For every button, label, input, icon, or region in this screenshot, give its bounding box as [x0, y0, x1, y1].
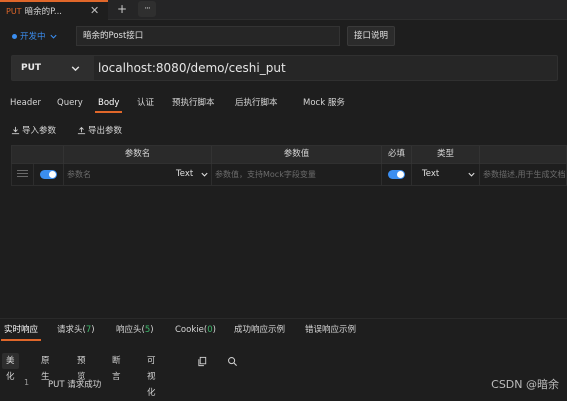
request-tab[interactable]: PUT 暗余的P... ✕ [0, 0, 108, 20]
tab-query[interactable]: Query [57, 95, 83, 113]
add-tab-button[interactable]: + [113, 1, 131, 17]
header-type: 类型 [412, 146, 480, 164]
description-input[interactable]: 参数描述,用于生成文档 [483, 164, 567, 185]
header-description [480, 146, 567, 164]
tab-pre-script[interactable]: 预执行脚本 [172, 95, 215, 113]
request-name-input[interactable]: 暗余的Post接口 [76, 26, 340, 46]
request-sub-tabs: Header Query Body 认证 预执行脚本 后执行脚本 Mock 服务 [0, 95, 567, 115]
url-input[interactable]: localhost:8080/demo/ceshi_put [98, 56, 286, 80]
environment-selector[interactable]: 开发中 [12, 27, 58, 45]
view-preview-button[interactable]: 预览 [73, 353, 90, 382]
tab-live-response[interactable]: 实时响应 [0, 323, 42, 341]
table-header: 参数名 参数值 必填 类型 [11, 145, 567, 164]
view-pretty-button[interactable]: 美化 [2, 353, 19, 382]
tab-request-headers[interactable]: 请求头(7) [57, 323, 95, 341]
export-params-button[interactable]: 导出参数 [77, 123, 122, 137]
tab-post-script[interactable]: 后执行脚本 [235, 95, 278, 113]
tab-cookie[interactable]: Cookie(0) [175, 323, 216, 341]
header-spacer [12, 146, 64, 164]
required-cell [382, 164, 412, 185]
chevron-down-icon [49, 34, 57, 39]
watermark: CSDN @暗余 [491, 378, 559, 391]
request-headers-label: 请求头 [57, 325, 83, 335]
param-value-input[interactable]: 参数值，支持Mock字段变量 [215, 164, 380, 185]
more-tabs-button[interactable]: ··· [138, 1, 156, 17]
drag-handle-icon [17, 170, 28, 178]
header-required: 必填 [382, 146, 412, 164]
request-headers-count: 7 [85, 325, 92, 335]
header-param-name: 参数名 [64, 146, 212, 164]
response-text: PUT 请求成功 [48, 380, 102, 390]
header-param-value: 参数值 [212, 146, 382, 164]
param-name-cell: 参数名 Text [64, 164, 212, 185]
param-name-type-select[interactable]: Text [176, 164, 212, 185]
type-value: Text [422, 169, 440, 179]
view-raw-button[interactable]: 原生 [37, 353, 54, 382]
param-value-cell: 参数值，支持Mock字段变量 [212, 164, 382, 185]
import-params-label: 导入参数 [22, 126, 57, 136]
upload-icon [77, 126, 86, 134]
description-cell: 参数描述,用于生成文档 [480, 164, 567, 185]
chevron-down-icon [71, 66, 80, 72]
download-icon [11, 126, 20, 134]
param-name-input[interactable]: 参数名 [67, 164, 162, 185]
tab-error-example[interactable]: 错误响应示例 [305, 323, 356, 341]
chevron-down-icon [201, 172, 208, 177]
url-bar: PUT localhost:8080/demo/ceshi_put [11, 55, 558, 81]
response-body-line: 1 PUT 请求成功 [0, 378, 567, 392]
required-toggle[interactable] [388, 170, 405, 179]
search-icon[interactable] [227, 356, 238, 367]
method-value: PUT [21, 63, 42, 73]
close-icon[interactable]: ✕ [90, 4, 99, 17]
cookie-label: Cookie [175, 325, 204, 335]
response-panel: 实时响应 请求头(7) 响应头(5) Cookie(0) 成功响应示例 错误响应… [0, 318, 567, 401]
response-headers-count: 5 [144, 325, 151, 335]
cookie-count: 0 [207, 325, 213, 335]
params-table: 参数名 参数值 必填 类型 参数名 Text 参数值，支持Mock字段变量 Te… [11, 145, 567, 187]
export-params-label: 导出参数 [88, 126, 123, 136]
type-select[interactable]: Text [422, 164, 478, 185]
method-select[interactable]: PUT [12, 56, 94, 80]
enable-cell [34, 164, 64, 185]
response-headers-label: 响应头 [116, 325, 142, 335]
import-params-button[interactable]: 导入参数 [11, 123, 56, 137]
tab-body[interactable]: Body [94, 95, 124, 113]
tab-response-headers[interactable]: 响应头(5) [116, 323, 154, 341]
tab-mock-service[interactable]: Mock 服务 [303, 95, 345, 113]
tab-success-example[interactable]: 成功响应示例 [234, 323, 285, 341]
tab-method: PUT [6, 6, 22, 16]
tab-header[interactable]: Header [10, 95, 41, 113]
tab-auth[interactable]: 认证 [137, 95, 154, 113]
table-row: 参数名 Text 参数值，支持Mock字段变量 Text 参数描述,用于生成文档 [11, 164, 567, 186]
env-status-dot [12, 33, 17, 39]
type-cell: Text [412, 164, 480, 185]
tab-bar: PUT 暗余的P... ✕ + ··· [0, 0, 567, 20]
drag-handle[interactable] [12, 164, 34, 185]
copy-icon[interactable] [197, 356, 208, 367]
env-name: 开发中 [20, 32, 46, 42]
view-visualize-button[interactable]: 可视化 [143, 353, 160, 398]
api-doc-button[interactable]: 接口说明 [347, 26, 395, 46]
line-number: 1 [24, 378, 30, 387]
enable-toggle[interactable] [40, 170, 57, 179]
tab-title: 暗余的P... [24, 7, 62, 17]
param-name-type-value: Text [176, 169, 194, 179]
chevron-down-icon [468, 172, 475, 177]
view-assert-button[interactable]: 断言 [108, 353, 125, 382]
